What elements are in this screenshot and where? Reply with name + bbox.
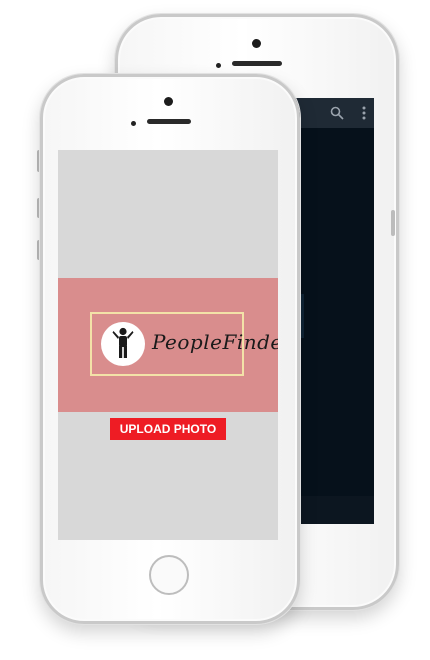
proximity-sensor (131, 121, 136, 126)
logo-frame: PeopleFinder (90, 312, 278, 376)
person-raising-hand-icon (101, 322, 145, 366)
earpiece-speaker (147, 119, 191, 124)
front-camera (164, 97, 173, 106)
app-logo-text: PeopleFinder (152, 330, 278, 354)
home-button[interactable] (149, 555, 189, 595)
earpiece-speaker (232, 61, 282, 66)
front-phone-screen: PeopleFinder UPLOAD PHOTO (58, 150, 278, 540)
proximity-sensor (216, 63, 221, 68)
search-icon[interactable] (330, 106, 344, 120)
app-banner: PeopleFinder (58, 278, 278, 412)
front-camera (252, 39, 261, 48)
upload-photo-button[interactable]: UPLOAD PHOTO (110, 418, 226, 440)
kebab-menu-icon[interactable] (362, 106, 366, 120)
back-phone-side-button (391, 210, 395, 236)
